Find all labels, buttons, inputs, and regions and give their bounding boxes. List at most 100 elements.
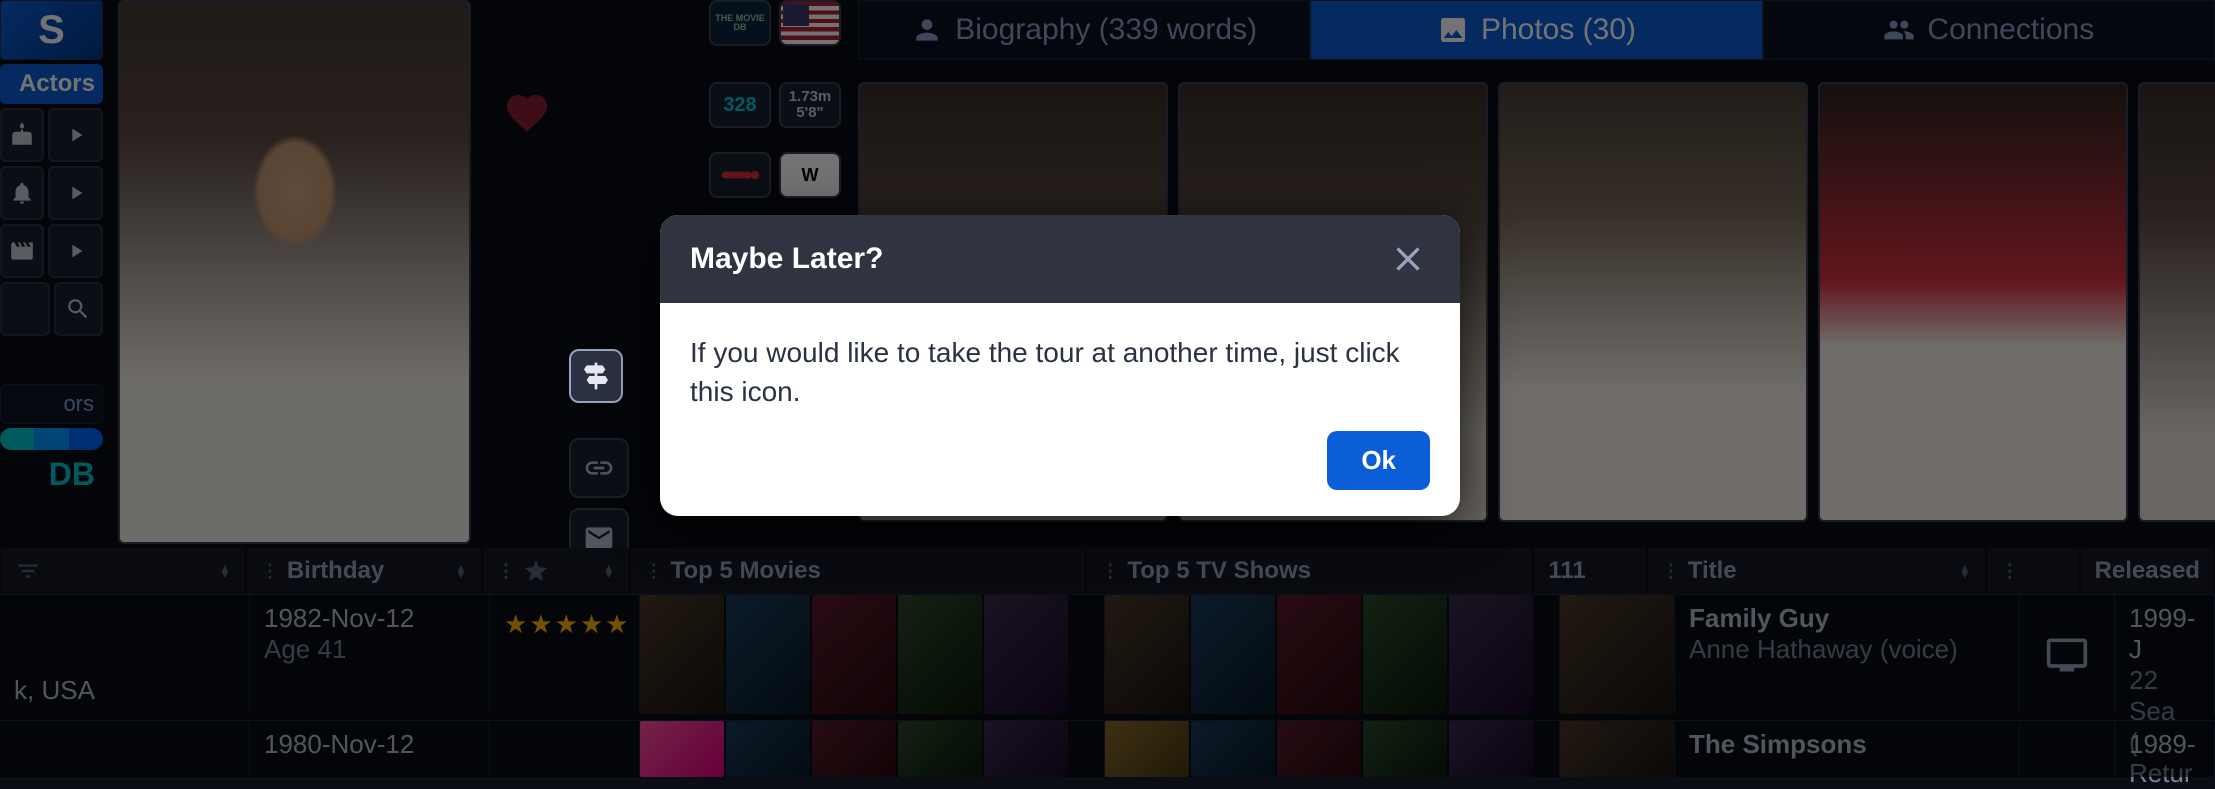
film-icon[interactable] — [0, 224, 44, 278]
sidebar-ors-label[interactable]: ors — [0, 384, 103, 424]
cell-birthday: 1980-Nov-12 — [250, 721, 490, 777]
cell-released: 1989- — [2115, 721, 2215, 777]
th-released[interactable]: Released — [2080, 548, 2215, 594]
bell-icon[interactable] — [0, 166, 44, 220]
tv-poster[interactable] — [1449, 721, 1533, 777]
cell-stars: ★★★★★ — [490, 595, 640, 714]
badge-row-2: 328 1.73m5'8" — [709, 82, 841, 128]
tv-poster[interactable] — [1191, 721, 1275, 777]
popover-header: Maybe Later? — [660, 215, 1460, 303]
tour-popover: Maybe Later? If you would like to take t… — [660, 215, 1460, 516]
table-row: 1980-Nov-12 The Simpsons 1989- — [0, 720, 2215, 777]
th-birthday-label: Birthday — [287, 557, 384, 585]
movie-poster[interactable] — [984, 595, 1068, 714]
height-badge[interactable]: 1.73m5'8" — [779, 82, 841, 128]
table-row: k, USA 1982-Nov-12 Age 41 ★★★★★ Family G… — [0, 594, 2215, 714]
tv-poster[interactable] — [1277, 595, 1361, 714]
th-top-tv[interactable]: ⋮ Top 5 TV Shows — [1086, 548, 1533, 594]
movie-poster[interactable] — [726, 721, 810, 777]
cell-top-movies — [640, 595, 1105, 714]
movie-poster[interactable] — [898, 721, 982, 777]
tour-signpost-icon[interactable] — [569, 349, 623, 403]
th-star[interactable]: ⋮ ▲▼ — [482, 548, 630, 594]
profile-main-photo[interactable] — [118, 0, 471, 544]
movie-poster[interactable] — [726, 595, 810, 714]
search-icon[interactable] — [54, 282, 104, 336]
th-top-movies-label: Top 5 Movies — [671, 557, 821, 585]
photo-thumb[interactable] — [2138, 82, 2215, 522]
movie-poster[interactable] — [812, 595, 896, 714]
cell-location — [0, 721, 250, 777]
tab-biography-label: Biography (339 words) — [955, 13, 1257, 47]
link-button[interactable] — [569, 438, 629, 498]
movie-poster[interactable] — [898, 595, 982, 714]
tv-icon — [2045, 633, 2089, 677]
cell-type — [2020, 595, 2115, 714]
title-thumb[interactable] — [1560, 721, 1674, 777]
th-blank[interactable]: ▲▼ — [0, 548, 246, 594]
id-badge[interactable]: 328 — [709, 82, 771, 128]
tv-poster[interactable] — [1191, 595, 1275, 714]
close-button[interactable] — [1386, 237, 1430, 281]
tv-poster[interactable] — [1277, 721, 1361, 777]
tv-poster[interactable] — [1363, 721, 1447, 777]
popover-body: If you would like to take the tour at an… — [660, 303, 1460, 421]
db-label: DB — [0, 454, 103, 495]
ok-button[interactable]: Ok — [1327, 431, 1430, 490]
tab-connections-label: Connections — [1927, 13, 2094, 47]
tab-biography[interactable]: Biography (339 words) — [858, 0, 1310, 60]
movie-poster[interactable] — [640, 595, 724, 714]
sidebar-actors-label[interactable]: Actors — [0, 64, 103, 104]
th-birthday[interactable]: ⋮ Birthday ▲▼ — [246, 548, 482, 594]
progress-bar — [0, 428, 103, 450]
cell-top-tv — [1105, 721, 1560, 777]
tab-connections[interactable]: Connections — [1763, 0, 2215, 60]
th-type[interactable]: ⋮ — [1986, 548, 2080, 594]
cell-stars — [490, 721, 640, 777]
movie-poster[interactable] — [984, 721, 1068, 777]
table-header-row: ▲▼ ⋮ Birthday ▲▼ ⋮ ▲▼ ⋮ Top 5 Movies ⋮ T… — [0, 548, 2215, 594]
th-top-movies[interactable]: ⋮ Top 5 Movies — [630, 548, 1087, 594]
cell-thumb — [1560, 721, 1675, 777]
tv-poster[interactable] — [1105, 595, 1189, 714]
play-3-button[interactable] — [48, 224, 103, 278]
cell-top-movies — [640, 721, 1105, 777]
popover-footer: Ok — [660, 421, 1460, 516]
movie-poster[interactable] — [812, 721, 896, 777]
cell-type — [2020, 721, 2115, 777]
star-icon — [523, 558, 549, 584]
tab-photos[interactable]: Photos (30) — [1310, 0, 1762, 60]
thermometer-badge[interactable] — [709, 152, 771, 198]
photo-thumb[interactable] — [1818, 82, 2128, 522]
app-logo[interactable]: S — [0, 0, 103, 60]
sidebar-empty — [0, 282, 50, 336]
cell-released: 1999-J 22 Sea ( Retur — [2115, 595, 2215, 714]
cell-location: k, USA — [0, 595, 250, 714]
tv-poster[interactable] — [1105, 721, 1189, 777]
play-1-button[interactable] — [48, 108, 103, 162]
tab-bar: Biography (339 words) Photos (30) Connec… — [858, 0, 2215, 60]
tmdb-badge[interactable]: THE MOVIEDB — [709, 0, 771, 46]
th-title[interactable]: ⋮ Title ▲▼ — [1647, 548, 1986, 594]
cell-thumb — [1560, 595, 1675, 714]
cell-top-tv — [1105, 595, 1560, 714]
photo-thumb[interactable] — [1498, 82, 1808, 522]
birthday-icon[interactable] — [0, 108, 44, 162]
th-released-label: Released — [2095, 557, 2200, 585]
th-title-label: Title — [1688, 557, 1737, 585]
favorite-heart-button[interactable] — [497, 83, 557, 143]
close-icon — [1388, 239, 1428, 279]
badge-row-1: THE MOVIEDB — [709, 0, 841, 46]
cell-title: The Simpsons — [1675, 721, 2020, 777]
star-rating: ★★★★★ — [504, 609, 625, 640]
tv-poster[interactable] — [1449, 595, 1533, 714]
wikipedia-badge[interactable]: W — [779, 152, 841, 198]
tab-photos-label: Photos (30) — [1481, 13, 1636, 47]
movie-poster[interactable] — [640, 721, 724, 777]
flag-usa-icon[interactable] — [779, 0, 841, 46]
th-count[interactable]: 111 — [1533, 548, 1646, 594]
cell-birthday: 1982-Nov-12 Age 41 — [250, 595, 490, 714]
title-thumb[interactable] — [1560, 595, 1674, 714]
play-2-button[interactable] — [48, 166, 103, 220]
tv-poster[interactable] — [1363, 595, 1447, 714]
